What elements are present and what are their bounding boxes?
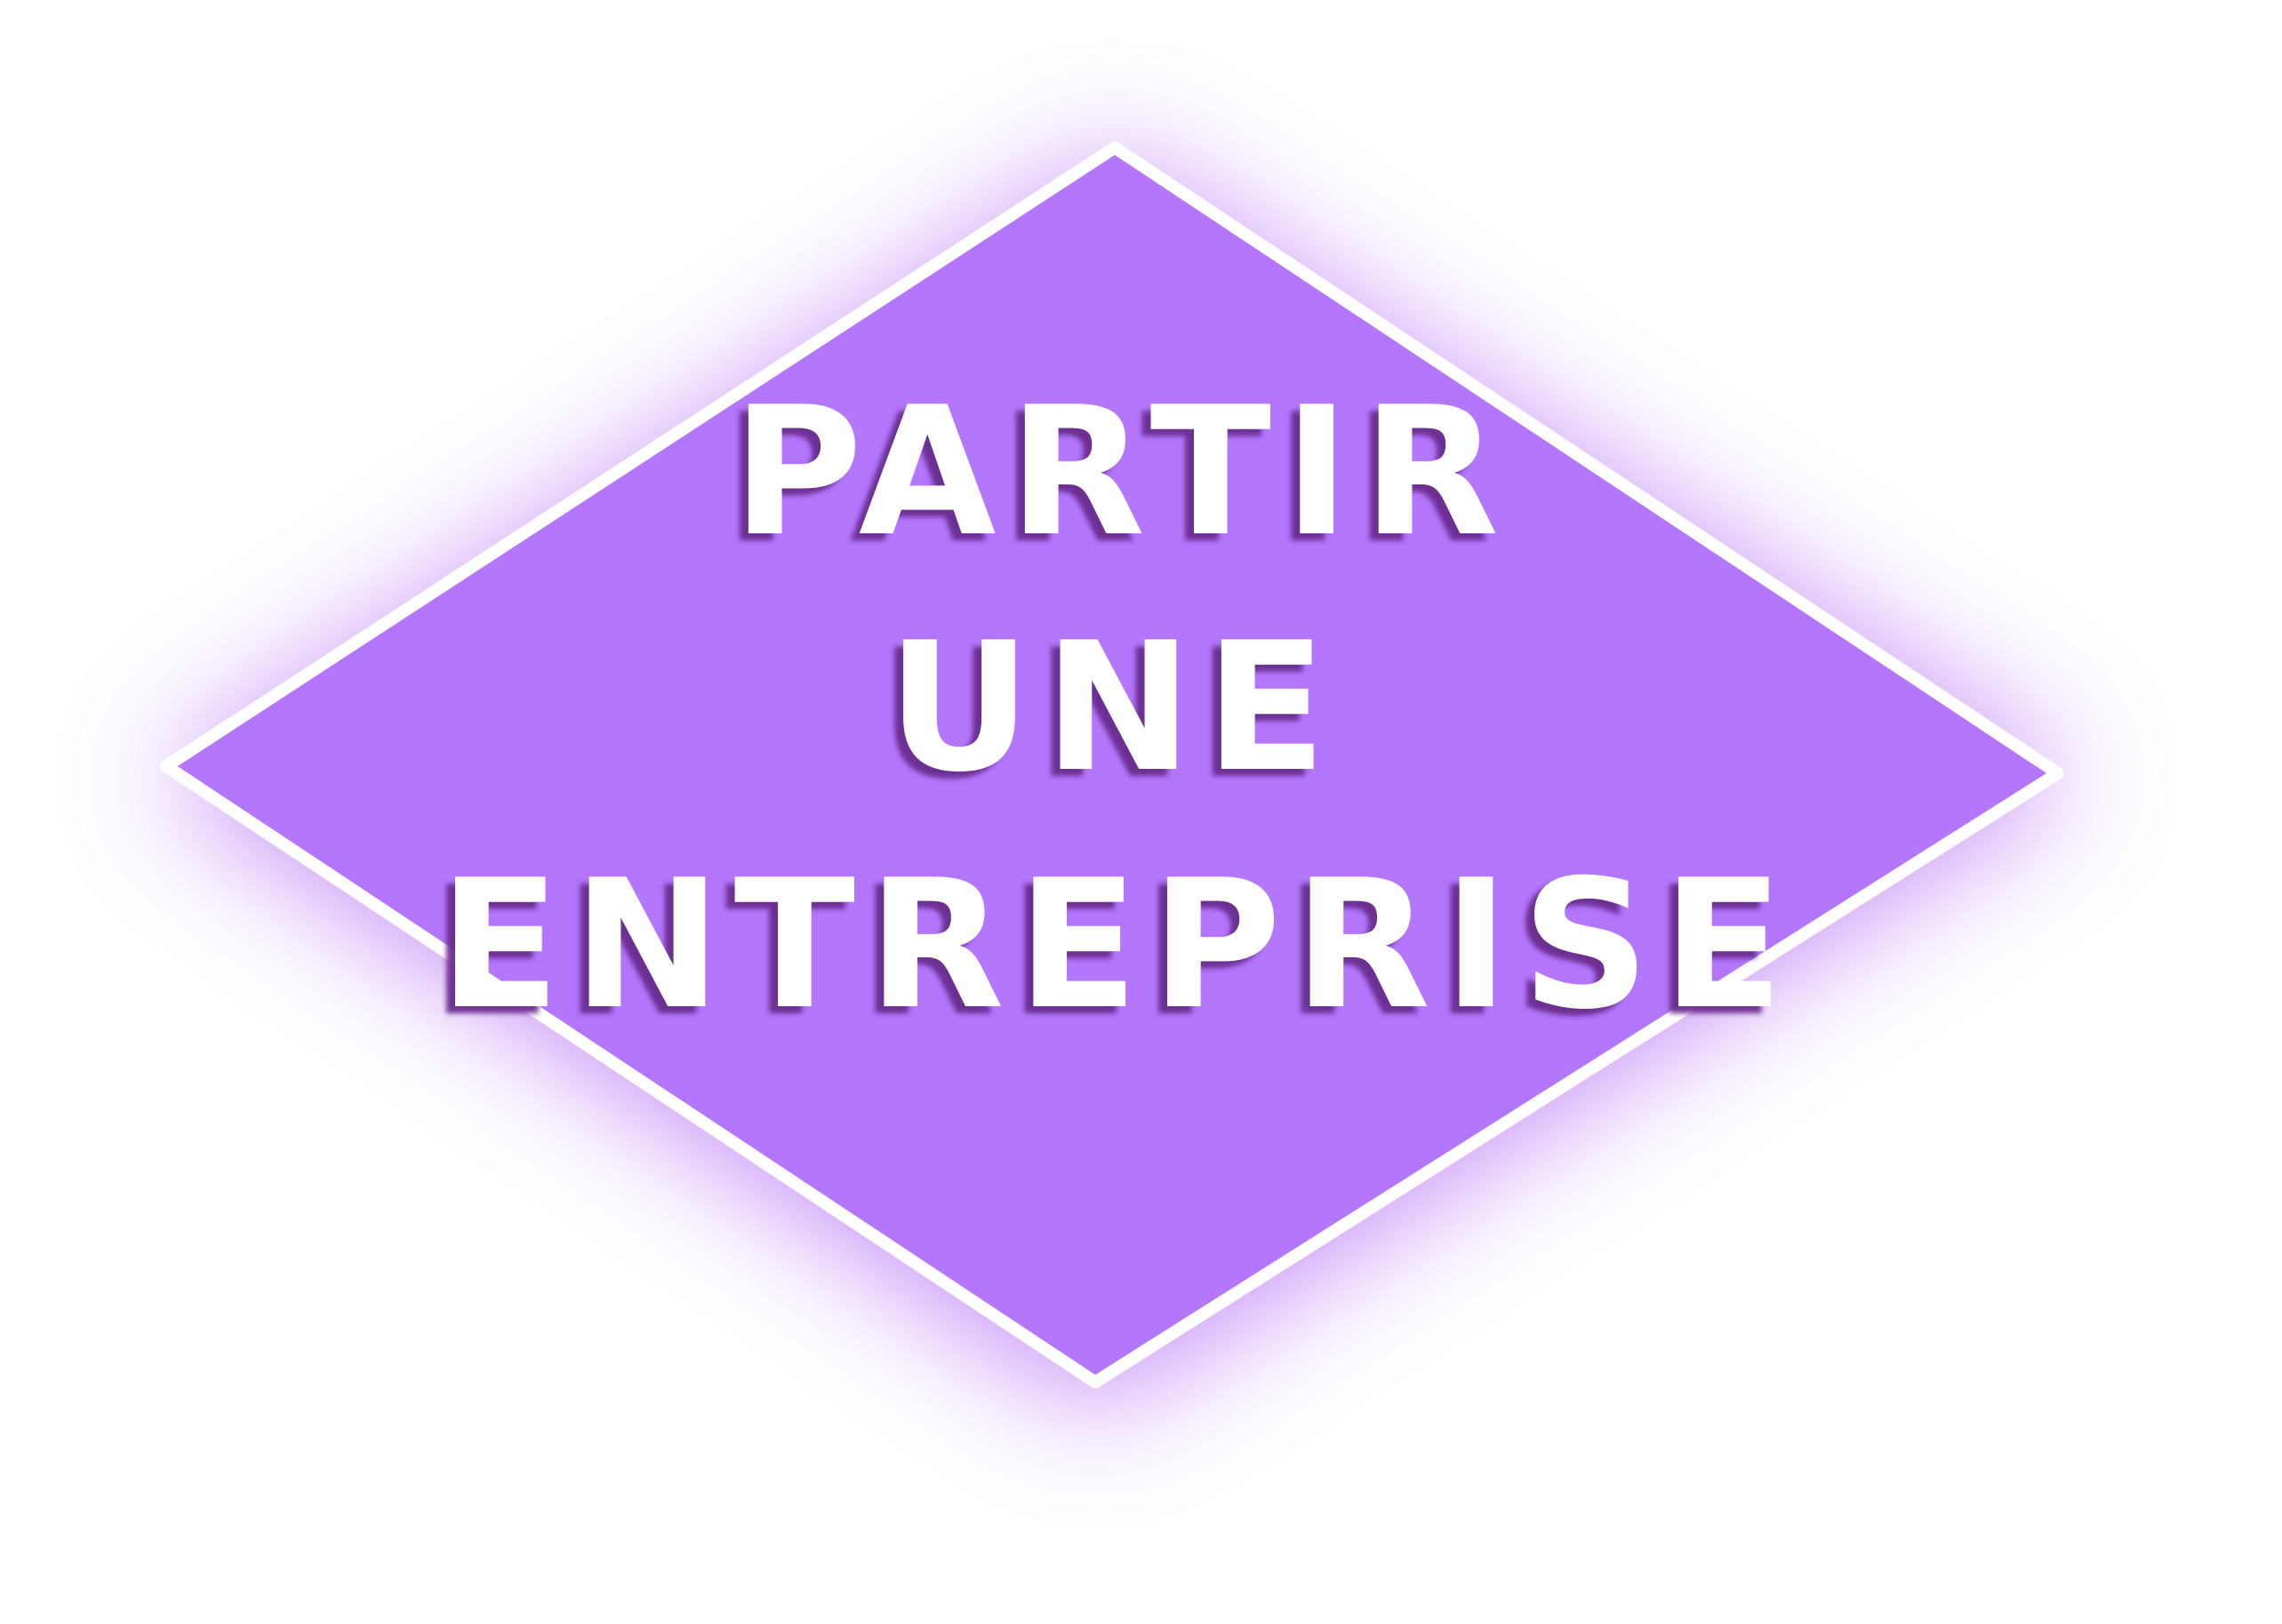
title-line-3: ENTREPRISE <box>439 842 1797 1049</box>
title-line-1: PARTIR <box>733 369 1512 576</box>
title-line-2: UNE <box>887 604 1339 812</box>
sign-stage: PARTIR UNE ENTREPRISE <box>0 0 2282 1624</box>
diamond-sign: PARTIR UNE ENTREPRISE <box>160 141 2076 1409</box>
